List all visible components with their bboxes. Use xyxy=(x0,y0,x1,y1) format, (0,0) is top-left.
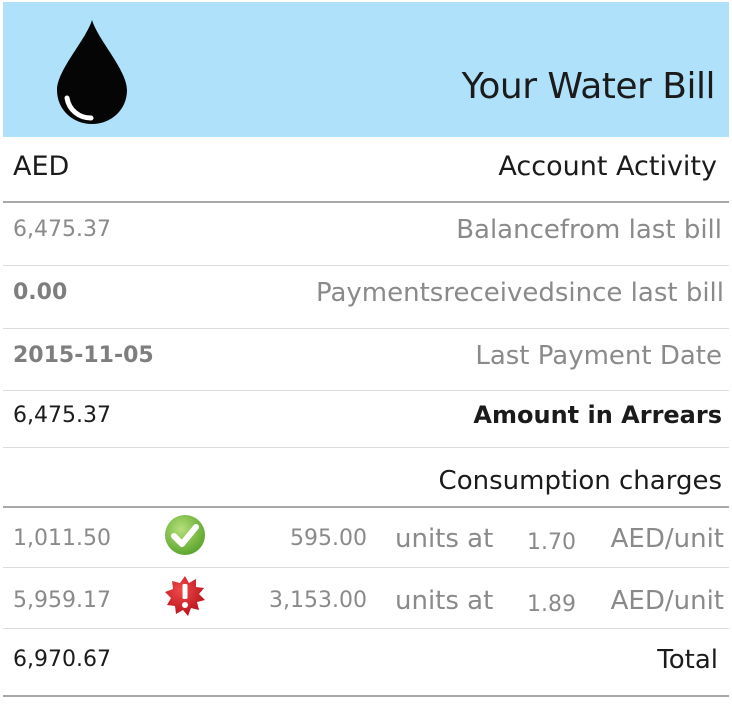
arrears-row: 6,475.37 Amount in Arrears xyxy=(3,391,729,447)
account-activity-heading: Account Activity xyxy=(498,151,717,182)
page-title: Your Water Bill xyxy=(461,66,716,107)
currency-label: AED xyxy=(13,151,70,182)
tier-rate-unit: AED/unit xyxy=(610,524,724,554)
tier-rate-unit: AED/unit xyxy=(610,586,724,616)
total-row: 6,970.67 Total xyxy=(3,629,729,695)
total-value: 6,970.67 xyxy=(13,647,111,672)
consumption-heading: Consumption charges xyxy=(438,466,722,496)
tier-rate: 1.70 xyxy=(527,530,576,555)
last-payment-value: 2015-11-05 xyxy=(13,343,154,368)
balance-value: 6,475.37 xyxy=(13,217,111,242)
tier-amount: 1,011.50 xyxy=(13,526,111,551)
total-label: Total xyxy=(657,645,718,675)
account-activity-header: AED Account Activity xyxy=(3,137,729,201)
payments-label: Paymentsreceivedsince last bill xyxy=(315,278,724,308)
water-bill-page: Your Water Bill AED Account Activity 6,4… xyxy=(0,0,732,704)
divider xyxy=(3,695,729,697)
alert-badge-icon xyxy=(165,576,205,616)
check-circle-icon xyxy=(165,515,205,555)
last-payment-label: Last Payment Date xyxy=(475,341,722,371)
balance-label: Balancefrom last bill xyxy=(456,215,722,245)
tier-rate: 1.89 xyxy=(527,592,576,617)
tier-amount: 5,959.17 xyxy=(13,588,111,613)
tier-units-label: units at xyxy=(395,524,494,554)
arrears-label: Amount in Arrears xyxy=(473,401,722,429)
tier-units: 3,153.00 xyxy=(269,588,367,613)
water-drop-icon xyxy=(57,20,127,124)
tier-units-label: units at xyxy=(395,586,494,616)
consumption-tier-row: 5,959.17 3,153.00 units at 1.89 AED/unit xyxy=(3,568,729,628)
payments-value: 0.00 xyxy=(13,280,68,305)
payments-row: 0.00 Paymentsreceivedsince last bill xyxy=(3,266,729,328)
consumption-header: Consumption charges xyxy=(3,448,729,506)
bill-header: Your Water Bill xyxy=(3,2,729,137)
consumption-tier-row: 1,011.50 595.00 units at 1.70 AED/unit xyxy=(3,508,729,567)
last-payment-row: 2015-11-05 Last Payment Date xyxy=(3,329,729,391)
tier-units: 595.00 xyxy=(290,526,367,551)
balance-row: 6,475.37 Balancefrom last bill xyxy=(3,203,729,265)
arrears-value: 6,475.37 xyxy=(13,403,111,428)
